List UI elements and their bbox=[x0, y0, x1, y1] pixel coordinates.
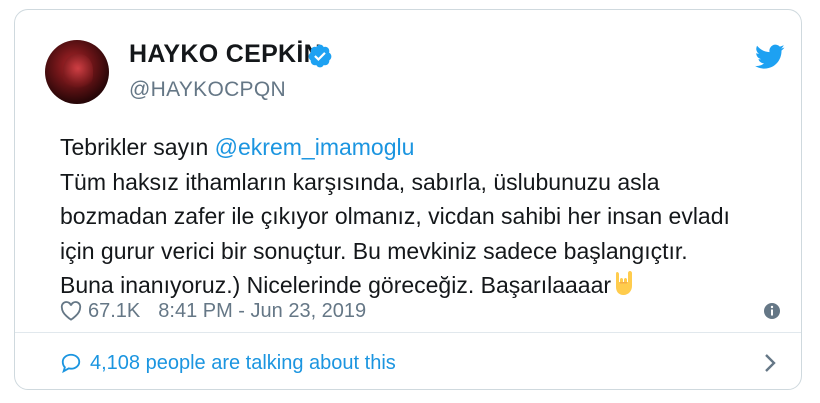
tweet-line-1: Tebrikler sayın @ekrem_imamoglu bbox=[60, 134, 415, 160]
tweet-line-4: için gurur verici bir sonuçtur. Bu mevki… bbox=[60, 237, 688, 264]
tweet-line-3: bozmadan zafer ile çıkıyor olmanız, vicd… bbox=[60, 203, 730, 229]
heart-icon[interactable] bbox=[60, 301, 82, 321]
verified-badge-icon bbox=[308, 44, 332, 68]
tweet-timestamp[interactable]: 8:41 PM - Jun 23, 2019 bbox=[158, 300, 366, 323]
divider bbox=[15, 332, 801, 333]
reply-bubble-icon bbox=[61, 353, 81, 374]
tweet-card[interactable]: HAYKO CEPKİN @HAYKOCPQN Tebrikler sayın … bbox=[14, 9, 802, 390]
conversation-link[interactable]: 4,108 people are talking about this bbox=[60, 350, 396, 376]
twitter-bird-icon[interactable] bbox=[755, 44, 785, 70]
author-name[interactable]: HAYKO CEPKİN bbox=[129, 40, 322, 69]
tweet-text: Tebrikler sayın @ekrem_imamoglu Tüm haks… bbox=[60, 130, 780, 303]
avatar[interactable] bbox=[45, 40, 109, 104]
tweet-meta: 67.1K 8:41 PM - Jun 23, 2019 bbox=[60, 298, 366, 324]
talking-count-label: 4,108 people are talking about this bbox=[90, 351, 396, 374]
like-count[interactable]: 67.1K bbox=[88, 300, 140, 323]
author-handle[interactable]: @HAYKOCPQN bbox=[129, 78, 286, 102]
chevron-right-icon[interactable] bbox=[763, 352, 777, 374]
mention-link[interactable]: @ekrem_imamoglu bbox=[215, 134, 415, 160]
sign-of-the-horns-emoji-icon bbox=[616, 271, 633, 295]
info-icon[interactable] bbox=[762, 301, 782, 321]
tweet-line-2: Tüm haksız ithamların karşısında, sabırl… bbox=[60, 168, 660, 195]
